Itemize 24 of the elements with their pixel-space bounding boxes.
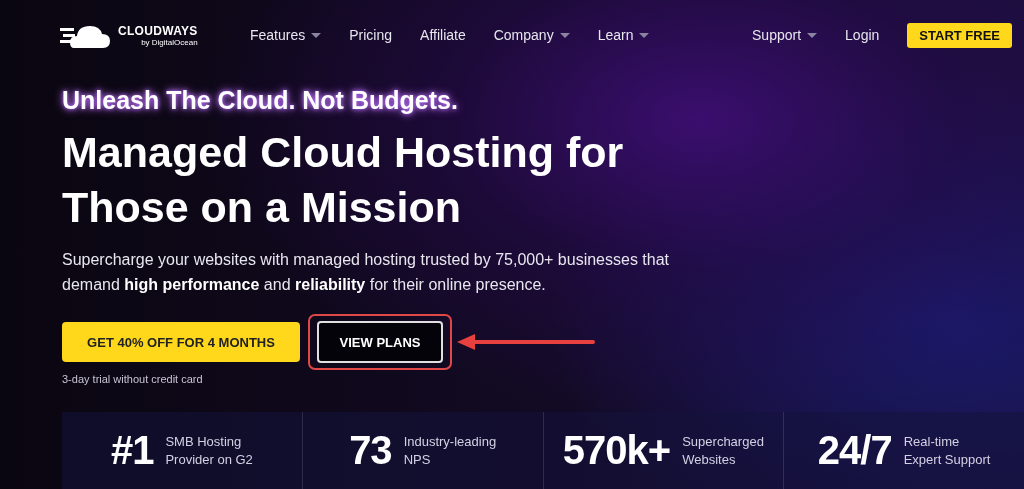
nav-link[interactable]: Support [752, 27, 818, 43]
hero-description: Supercharge your websites with managed hosting trusted by 75,000+ businesses that demand high performance and reliability for their online presence. [62, 250, 671, 295]
nav-link[interactable]: Learn [597, 27, 650, 43]
logo-text: CLOUDWAYS [118, 23, 198, 38]
stat-value: 73 [349, 428, 392, 473]
nav-link[interactable]: Login [845, 27, 880, 43]
stat-label: SMB Hosting Provider on G2 [165, 432, 253, 469]
stat-value: 24/7 [817, 428, 892, 473]
nav-link[interactable]: Features [250, 27, 322, 43]
stat-label: Real-time Expert Support [903, 432, 991, 469]
stat-value: #1 [110, 428, 154, 473]
view-plans-button[interactable]: VIEW PLANS [317, 321, 443, 363]
start-free-button[interactable]: START FREE [907, 22, 1012, 48]
discount-button[interactable]: GET 40% OFF FOR 4 MONTHS [62, 322, 300, 362]
nav-link[interactable]: Affiliate [420, 27, 466, 43]
stat-label: Supercharged Websites [682, 432, 764, 469]
headline: Managed Cloud Hosting for Those on a Mission [62, 127, 625, 233]
nav-link[interactable]: Company [493, 27, 570, 43]
trial-note: 3-day trial without credit card [62, 373, 204, 385]
stat-label: Industry-leading NPS [403, 432, 497, 469]
nav-link[interactable]: Pricing [349, 27, 393, 43]
logo-byline: by DigitalOcean [141, 37, 198, 47]
tagline: Unleash The Cloud. Not Budgets. [62, 86, 459, 115]
stat-value: 570k+ [562, 428, 671, 473]
